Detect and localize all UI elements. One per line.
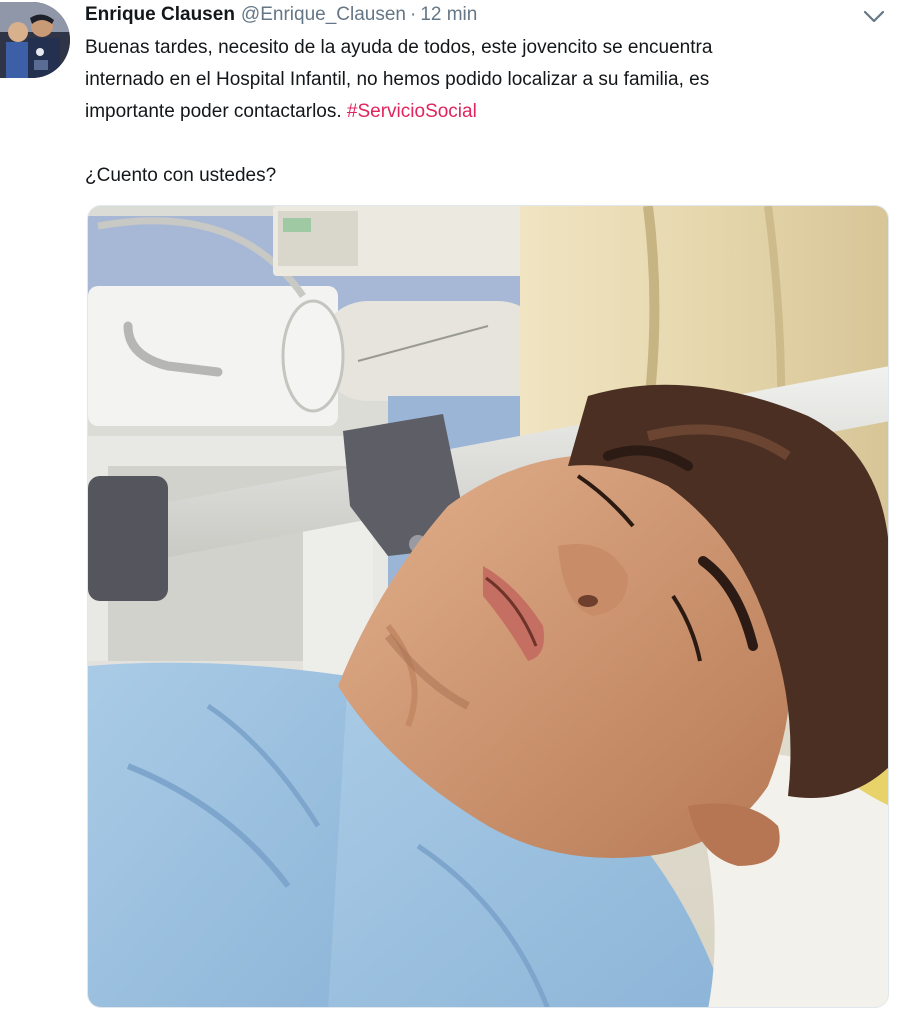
tweet-header: Enrique Clausen @Enrique_Clausen · 12 min [85,2,477,28]
author-handle[interactable]: @Enrique_Clausen [241,4,406,25]
hospital-patient-photo [88,206,888,1007]
tweet-photo[interactable] [87,205,889,1008]
tweet-text-line: importante poder contactarlos. #Servicio… [85,96,875,128]
tweet-text-line: Buenas tardes, necesito de la ayuda de t… [85,37,713,58]
author-name[interactable]: Enrique Clausen [85,4,235,25]
chevron-down-icon[interactable] [862,6,886,26]
separator-dot: · [409,4,417,25]
hashtag-link[interactable]: #ServicioSocial [347,101,477,122]
tweet-text: Buenas tardes, necesito de la ayuda de t… [85,32,875,192]
author-avatar[interactable] [0,2,70,78]
tweet-text-fragment: importante poder contactarlos. [85,101,347,122]
avatar-photo [0,2,70,78]
tweet: Enrique Clausen @Enrique_Clausen · 12 min B… [0,0,899,1024]
tweet-text-line: ¿Cuento con ustedes? [85,165,277,186]
paragraph-break [85,128,875,160]
tweet-text-line: internado en el Hospital Infantil, no he… [85,69,710,90]
tweet-timestamp[interactable]: 12 min [420,4,477,25]
